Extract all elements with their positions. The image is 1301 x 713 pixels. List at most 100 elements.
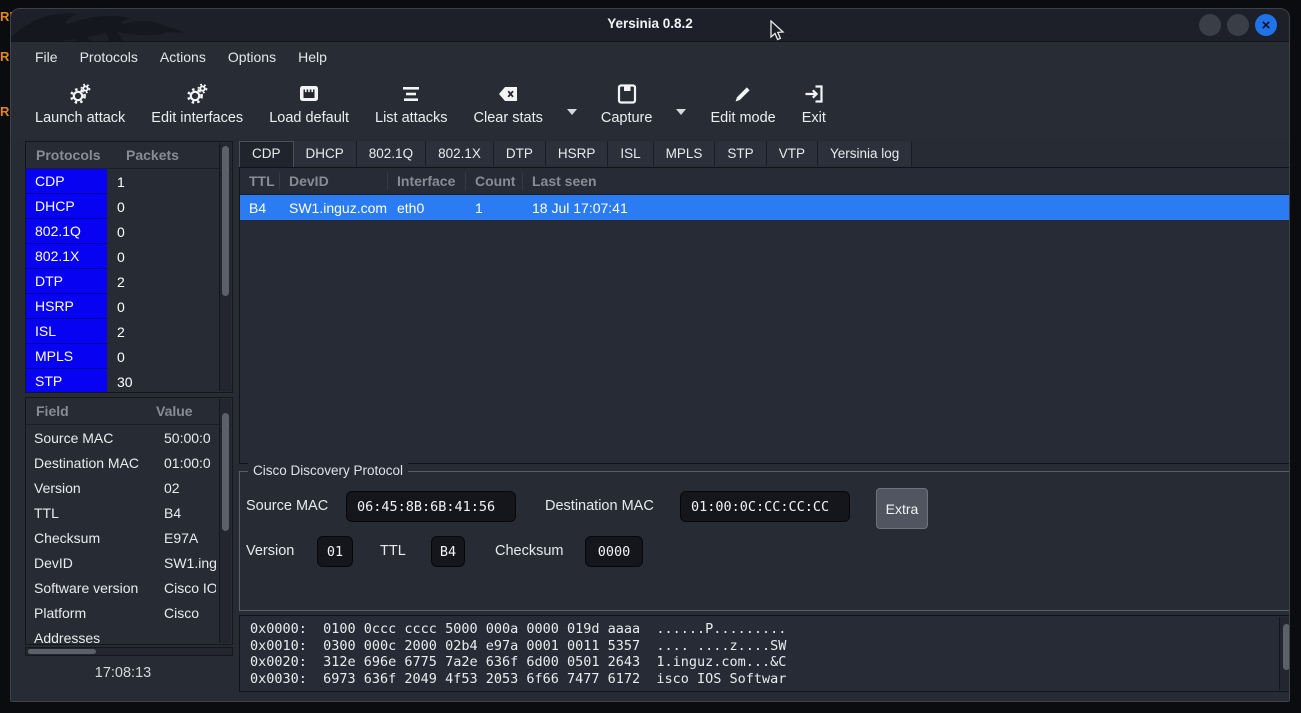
hex-scrollbar[interactable]: [1279, 617, 1290, 690]
field-name-cell: Platform: [26, 605, 164, 621]
field-row-destination-mac[interactable]: Destination MAC01:00:0: [26, 450, 232, 475]
protocol-row-isl[interactable]: ISL2: [26, 319, 232, 344]
tab-stp[interactable]: STP: [715, 141, 766, 166]
protocols-panel-header: Protocols Packets: [26, 142, 232, 169]
toolbar-button-launch-attack[interactable]: Launch attack: [25, 79, 135, 128]
toolbar-button-label: Capture: [601, 110, 653, 126]
column-header-count[interactable]: Count: [466, 172, 523, 190]
checksum-input[interactable]: [585, 536, 643, 567]
toolbar-button-edit-mode[interactable]: Edit mode: [700, 79, 785, 128]
maximize-button[interactable]: [1227, 14, 1249, 36]
protocols-scrollbar[interactable]: [219, 143, 231, 391]
source-mac-input[interactable]: [346, 491, 516, 522]
column-header-last-seen[interactable]: Last seen: [523, 172, 1290, 190]
toolbar: Launch attack Edit interfacesLoad default…: [11, 71, 1289, 139]
scrollbar-thumb[interactable]: [222, 413, 229, 531]
toolbar-button-exit[interactable]: Exit: [792, 79, 836, 128]
toolbar-button-list-attacks[interactable]: List attacks: [365, 79, 458, 128]
field-value-cell: 50:00:0: [164, 430, 216, 446]
field-name-cell: Destination MAC: [26, 455, 164, 471]
packet-fields-panel[interactable]: Field Value Source MAC50:00:0Destination…: [25, 397, 233, 645]
protocol-row-802-1x[interactable]: 802.1X0: [26, 244, 232, 269]
tab-hsrp[interactable]: HSRP: [546, 141, 609, 166]
scrollbar-thumb[interactable]: [222, 146, 229, 296]
field-value-cell: B4: [164, 505, 216, 521]
ttl-label: TTL: [380, 543, 406, 559]
protocol-name-cell: 802.1Q: [26, 219, 107, 244]
protocol-name-cell: HSRP: [26, 294, 107, 319]
field-name-cell: Checksum: [26, 530, 164, 546]
packets-column-header[interactable]: Packets: [116, 147, 179, 163]
clear-stats-dropdown-arrow[interactable]: [559, 79, 585, 131]
scrollbar-thumb[interactable]: [1283, 624, 1290, 670]
tab-dhcp[interactable]: DHCP: [294, 141, 357, 166]
fields-panel-header: Field Value: [26, 398, 232, 425]
tab-isl[interactable]: ISL: [608, 141, 653, 166]
protocols-panel[interactable]: Protocols Packets CDP1DHCP0802.1Q0802.1X…: [25, 141, 233, 393]
packet-count-cell: 1: [107, 174, 125, 190]
packet-list-table[interactable]: TTLDevIDInterfaceCountLast seen B4SW1.in…: [239, 167, 1290, 464]
destination-mac-input[interactable]: [680, 491, 850, 522]
tab-802-1q[interactable]: 802.1Q: [357, 141, 426, 166]
packet-count-cell: 2: [107, 274, 125, 290]
field-row-checksum[interactable]: ChecksumE97A: [26, 525, 232, 550]
packet-count-cell: 0: [107, 299, 125, 315]
tab-cdp[interactable]: CDP: [239, 141, 294, 167]
scrollbar-thumb[interactable]: [28, 649, 96, 654]
protocol-row-dhcp[interactable]: DHCP0: [26, 194, 232, 219]
tab-802-1x[interactable]: 802.1X: [426, 141, 494, 166]
version-label: Version: [246, 543, 294, 559]
close-button[interactable]: ×: [1255, 14, 1277, 36]
toolbar-button-edit-interfaces[interactable]: Edit interfaces: [141, 79, 253, 128]
field-name-cell: Source MAC: [26, 430, 164, 446]
menu-item-actions[interactable]: Actions: [149, 45, 217, 69]
menu-item-protocols[interactable]: Protocols: [69, 45, 149, 69]
field-row-devid[interactable]: DevIDSW1.ing: [26, 550, 232, 575]
capture-dropdown-arrow[interactable]: [668, 79, 694, 131]
field-column-header[interactable]: Field: [26, 403, 156, 419]
protocol-row-cdp[interactable]: CDP1: [26, 169, 232, 194]
field-row-platform[interactable]: PlatformCisco: [26, 600, 232, 625]
column-header-devid[interactable]: DevID: [280, 172, 388, 190]
tab-vtp[interactable]: VTP: [767, 141, 818, 166]
version-input[interactable]: [317, 536, 353, 567]
menu-item-help[interactable]: Help: [287, 45, 338, 69]
tab-mpls[interactable]: MPLS: [654, 141, 716, 166]
column-header-interface[interactable]: Interface: [388, 172, 466, 190]
hex-dump-view[interactable]: 0x0000: 0100 0ccc cccc 5000 000a 0000 01…: [239, 615, 1290, 692]
toolbar-button-label: Launch attack: [35, 110, 125, 126]
field-name-cell: Addresses: [26, 630, 164, 646]
menu-item-file[interactable]: File: [24, 45, 69, 69]
menu-item-options[interactable]: Options: [217, 45, 287, 69]
field-row-ttl[interactable]: TTLB4: [26, 500, 232, 525]
packet-row[interactable]: B4SW1.inguz.cometh0118 Jul 17:07:41: [240, 195, 1290, 220]
minimize-button[interactable]: [1199, 14, 1221, 36]
field-name-cell: Software version: [26, 580, 164, 596]
protocol-row-hsrp[interactable]: HSRP0: [26, 294, 232, 319]
packet-count-cell: 0: [107, 349, 125, 365]
extra-button[interactable]: Extra: [876, 488, 928, 529]
toolbar-button-clear-stats[interactable]: Clear stats: [464, 79, 553, 128]
protocol-row-mpls[interactable]: MPLS0: [26, 344, 232, 369]
fields-horizontal-scrollbar[interactable]: [25, 647, 233, 656]
ttl-input[interactable]: [431, 536, 465, 567]
column-header-ttl[interactable]: TTL: [240, 172, 280, 190]
fields-scrollbar[interactable]: [219, 399, 231, 643]
protocol-row-802-1q[interactable]: 802.1Q0: [26, 219, 232, 244]
field-row-version[interactable]: Version02: [26, 475, 232, 500]
toolbar-button-load-default[interactable]: Load default: [259, 79, 359, 128]
source-mac-label: Source MAC: [246, 498, 328, 514]
value-column-header[interactable]: Value: [156, 403, 193, 419]
tab-dtp[interactable]: DTP: [494, 141, 546, 166]
protocols-column-header[interactable]: Protocols: [26, 147, 116, 163]
protocol-row-stp[interactable]: STP30: [26, 369, 232, 393]
toolbar-button-capture[interactable]: Capture: [591, 79, 663, 128]
tab-yersinia-log[interactable]: Yersinia log: [818, 141, 912, 166]
field-row-addresses[interactable]: Addresses: [26, 625, 232, 645]
field-name-cell: DevID: [26, 555, 164, 571]
titlebar[interactable]: Yersinia 0.8.2 ×: [11, 9, 1289, 42]
protocol-row-dtp[interactable]: DTP2: [26, 269, 232, 294]
field-row-source-mac[interactable]: Source MAC50:00:0: [26, 425, 232, 450]
field-value-cell: E97A: [164, 530, 216, 546]
field-row-software-version[interactable]: Software versionCisco IO: [26, 575, 232, 600]
